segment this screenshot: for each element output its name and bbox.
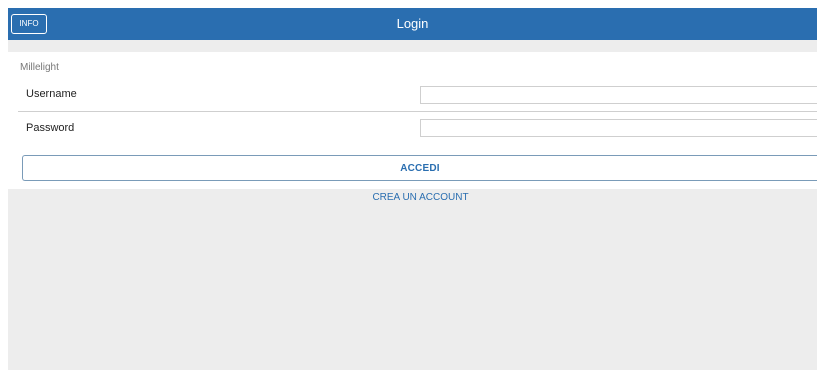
app-frame: Login INFO Millelight Username Password …	[8, 8, 817, 370]
page-title: Login	[396, 16, 429, 31]
password-label: Password	[26, 122, 75, 134]
header-bar: Login INFO	[8, 8, 817, 40]
password-input[interactable]	[420, 119, 817, 137]
app-name-label: Millelight	[20, 62, 59, 73]
username-input[interactable]	[420, 86, 817, 104]
login-button[interactable]: ACCEDI	[22, 155, 817, 181]
login-form: Millelight Username Password ACCEDI	[8, 52, 817, 189]
username-label: Username	[26, 88, 77, 100]
field-divider	[18, 111, 817, 112]
info-button[interactable]: INFO	[11, 14, 47, 34]
create-account-link[interactable]: CREA UN ACCOUNT	[8, 192, 817, 203]
